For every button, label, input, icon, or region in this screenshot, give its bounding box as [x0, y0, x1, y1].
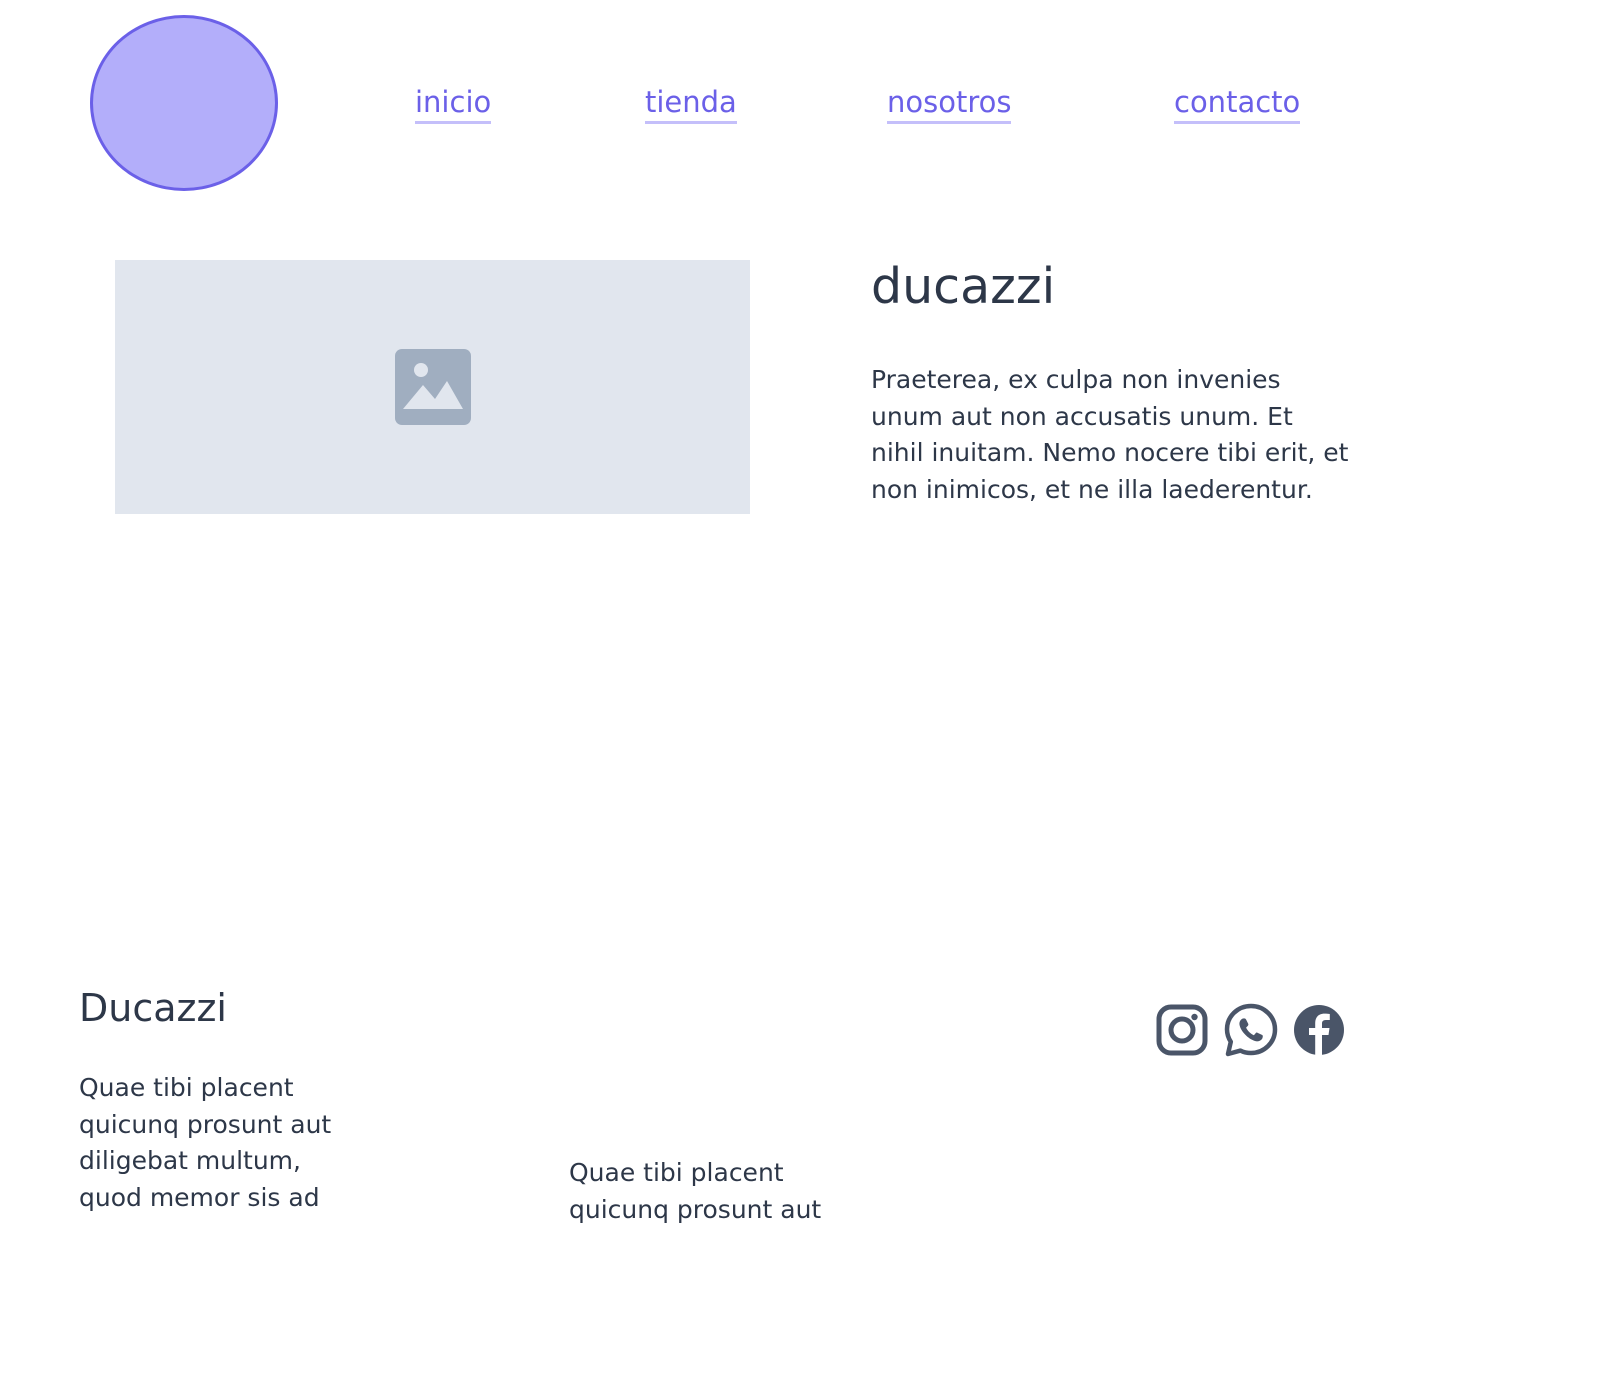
- image-placeholder-icon: [394, 349, 471, 425]
- nav-link-tienda[interactable]: tienda: [645, 84, 737, 124]
- footer-brand: Ducazzi: [79, 986, 227, 1030]
- social-links: [1155, 1002, 1345, 1058]
- page: inicio tienda nosotros contacto ducazzi …: [0, 0, 1620, 1386]
- nav-link-nosotros[interactable]: nosotros: [887, 84, 1012, 124]
- instagram-icon[interactable]: [1155, 1002, 1209, 1058]
- hero-title: ducazzi: [871, 258, 1056, 315]
- facebook-icon[interactable]: [1291, 1002, 1345, 1058]
- footer-text-secondary: Quae tibi placent quicunq prosunt aut: [569, 1158, 822, 1224]
- whatsapp-icon[interactable]: [1223, 1002, 1278, 1058]
- main-nav: inicio tienda nosotros contacto: [0, 84, 1620, 128]
- nav-link-contacto[interactable]: contacto: [1174, 84, 1301, 124]
- nav-link-inicio[interactable]: inicio: [415, 84, 492, 124]
- footer-text-primary: Quae tibi placent quicunq prosunt aut di…: [79, 1073, 332, 1212]
- hero-image-placeholder: [115, 260, 750, 514]
- hero-description: Praeterea, ex culpa non invenies unum au…: [871, 365, 1349, 504]
